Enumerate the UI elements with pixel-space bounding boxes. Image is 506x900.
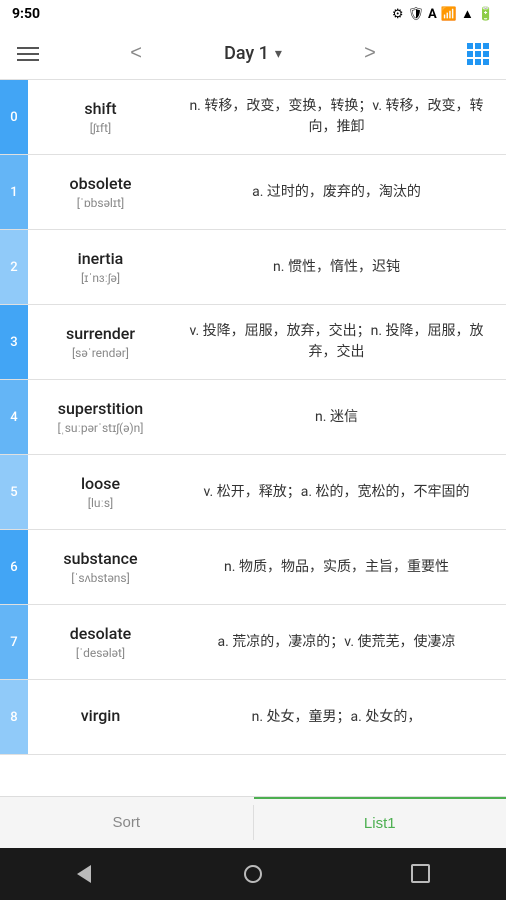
menu-icon xyxy=(17,43,39,65)
status-time: 9:50 xyxy=(12,6,40,22)
table-row: 6 substance [ˈsʌbstəns] n. 物质，物品，实质，主旨，重要性 xyxy=(0,530,506,605)
battery-icon: 🔋 xyxy=(478,7,494,22)
word-col[interactable]: obsolete [ˈɒbsəlɪt] xyxy=(28,155,173,229)
tab-list1-label: List1 xyxy=(364,815,396,832)
row-index-1: 1 xyxy=(0,155,28,229)
android-home-icon xyxy=(244,865,262,883)
nav-forward-button[interactable]: > xyxy=(350,34,390,74)
word-col[interactable]: desolate [ˈdesələt] xyxy=(28,605,173,679)
word-text: desolate xyxy=(70,624,132,643)
tab-list1[interactable]: List1 xyxy=(254,797,506,848)
definition-col: n. 迷信 xyxy=(173,380,506,454)
table-row: 2 inertia [ɪˈnɜːʃə] n. 惯性，惰性，迟钝 xyxy=(0,230,506,305)
word-text: superstition xyxy=(58,399,143,418)
word-text: loose xyxy=(81,474,120,493)
word-phonetic: [ɪˈnɜːʃə] xyxy=(81,271,120,285)
nav-back-button[interactable]: < xyxy=(116,34,156,74)
wifi-icon: 📶 xyxy=(441,7,457,22)
word-col[interactable]: surrender [səˈrendər] xyxy=(28,305,173,379)
android-recents-button[interactable] xyxy=(402,854,442,894)
signal-icon: ▲ xyxy=(461,6,474,22)
row-index-2: 2 xyxy=(0,230,28,304)
status-bar: 9:50 ⚙ 🛡 A 📶 ▲ 🔋 xyxy=(0,0,506,28)
android-back-button[interactable] xyxy=(64,854,104,894)
row-index-5: 5 xyxy=(0,455,28,529)
definition-col: n. 惯性，惰性，迟钝 xyxy=(173,230,506,304)
word-phonetic: [ʃɪft] xyxy=(90,121,111,135)
grid-view-icon xyxy=(467,43,489,65)
android-nav-bar xyxy=(0,848,506,900)
shield-status-icon: 🛡 xyxy=(408,7,425,22)
grid-view-button[interactable] xyxy=(458,34,498,74)
nav-back-arrow-icon: < xyxy=(130,42,142,65)
nav-bar: < Day 1 ▾ > xyxy=(0,28,506,80)
android-recents-icon xyxy=(414,867,429,882)
status-icons: ⚙ 🛡 A 📶 ▲ 🔋 xyxy=(392,6,494,22)
table-row: 4 superstition [ˌsuːpərˈstɪʃ(ə)n] n. 迷信 xyxy=(0,380,506,455)
table-row: 0 shift [ʃɪft] n. 转移，改变，变换，转换；v. 转移，改变，转向，推… xyxy=(0,80,506,155)
nav-title-text: Day 1 xyxy=(224,43,269,64)
table-row: 3 surrender [səˈrendər] v. 投降，屈服，放弃，交出；n. 投… xyxy=(0,305,506,380)
table-row: 5 loose [luːs] v. 松开，释放；a. 松的，宽松的，不牢固的 xyxy=(0,455,506,530)
word-text: surrender xyxy=(66,324,135,343)
row-index-4: 4 xyxy=(0,380,28,454)
row-index-0: 0 xyxy=(0,80,28,154)
word-phonetic: [ˈɒbsəlɪt] xyxy=(77,196,124,210)
row-index-8: 8 xyxy=(0,680,28,754)
definition-col: n. 处女，童男；a. 处女的， xyxy=(173,680,506,754)
word-phonetic: [ˈdesələt] xyxy=(76,646,125,660)
definition-col: n. 物质，物品，实质，主旨，重要性 xyxy=(173,530,506,604)
definition-col: v. 投降，屈服，放弃，交出；n. 投降，屈服，放弃，交出 xyxy=(173,305,506,379)
word-col[interactable]: superstition [ˌsuːpərˈstɪʃ(ə)n] xyxy=(28,380,173,454)
word-phonetic: [ˈsʌbstəns] xyxy=(71,571,130,585)
word-col[interactable]: shift [ʃɪft] xyxy=(28,80,173,154)
word-phonetic: [ˌsuːpərˈstɪʃ(ə)n] xyxy=(58,421,144,435)
word-col[interactable]: virgin xyxy=(28,680,173,754)
android-home-button[interactable] xyxy=(233,854,273,894)
word-text: obsolete xyxy=(70,174,132,193)
definition-col: v. 松开，释放；a. 松的，宽松的，不牢固的 xyxy=(173,455,506,529)
row-index-6: 6 xyxy=(0,530,28,604)
row-index-7: 7 xyxy=(0,605,28,679)
word-text: inertia xyxy=(78,249,124,268)
table-row: 8 virgin n. 处女，童男；a. 处女的， xyxy=(0,680,506,755)
bottom-tab-bar: Sort List1 xyxy=(0,796,506,848)
menu-button[interactable] xyxy=(8,34,48,74)
definition-col: a. 过时的，废弃的，淘汰的 xyxy=(173,155,506,229)
nav-chevron-icon: ▾ xyxy=(275,46,282,62)
word-phonetic: [səˈrendər] xyxy=(72,346,129,360)
word-text: virgin xyxy=(81,706,121,725)
nav-forward-arrow-icon: > xyxy=(364,42,376,65)
word-col[interactable]: loose [luːs] xyxy=(28,455,173,529)
word-text: substance xyxy=(63,549,137,568)
row-index-3: 3 xyxy=(0,305,28,379)
tab-sort[interactable]: Sort xyxy=(0,797,253,848)
definition-col: a. 荒凉的，凄凉的；v. 使荒芜，使凄凉 xyxy=(173,605,506,679)
table-row: 1 obsolete [ˈɒbsəlɪt] a. 过时的，废弃的，淘汰的 xyxy=(0,155,506,230)
a-status-icon: A xyxy=(428,7,437,22)
settings-status-icon: ⚙ xyxy=(392,7,404,22)
nav-title-group: Day 1 ▾ xyxy=(224,43,282,64)
word-phonetic: [luːs] xyxy=(88,496,113,510)
android-back-icon xyxy=(77,865,91,883)
tab-sort-label: Sort xyxy=(112,814,140,831)
word-list: 0 shift [ʃɪft] n. 转移，改变，变换，转换；v. 转移，改变，转向，推… xyxy=(0,80,506,796)
table-row: 7 desolate [ˈdesələt] a. 荒凉的，凄凉的；v. 使荒芜，使凄凉 xyxy=(0,605,506,680)
word-text: shift xyxy=(84,99,116,118)
definition-col: n. 转移，改变，变换，转换；v. 转移，改变，转向，推卸 xyxy=(173,80,506,154)
word-col[interactable]: substance [ˈsʌbstəns] xyxy=(28,530,173,604)
word-col[interactable]: inertia [ɪˈnɜːʃə] xyxy=(28,230,173,304)
